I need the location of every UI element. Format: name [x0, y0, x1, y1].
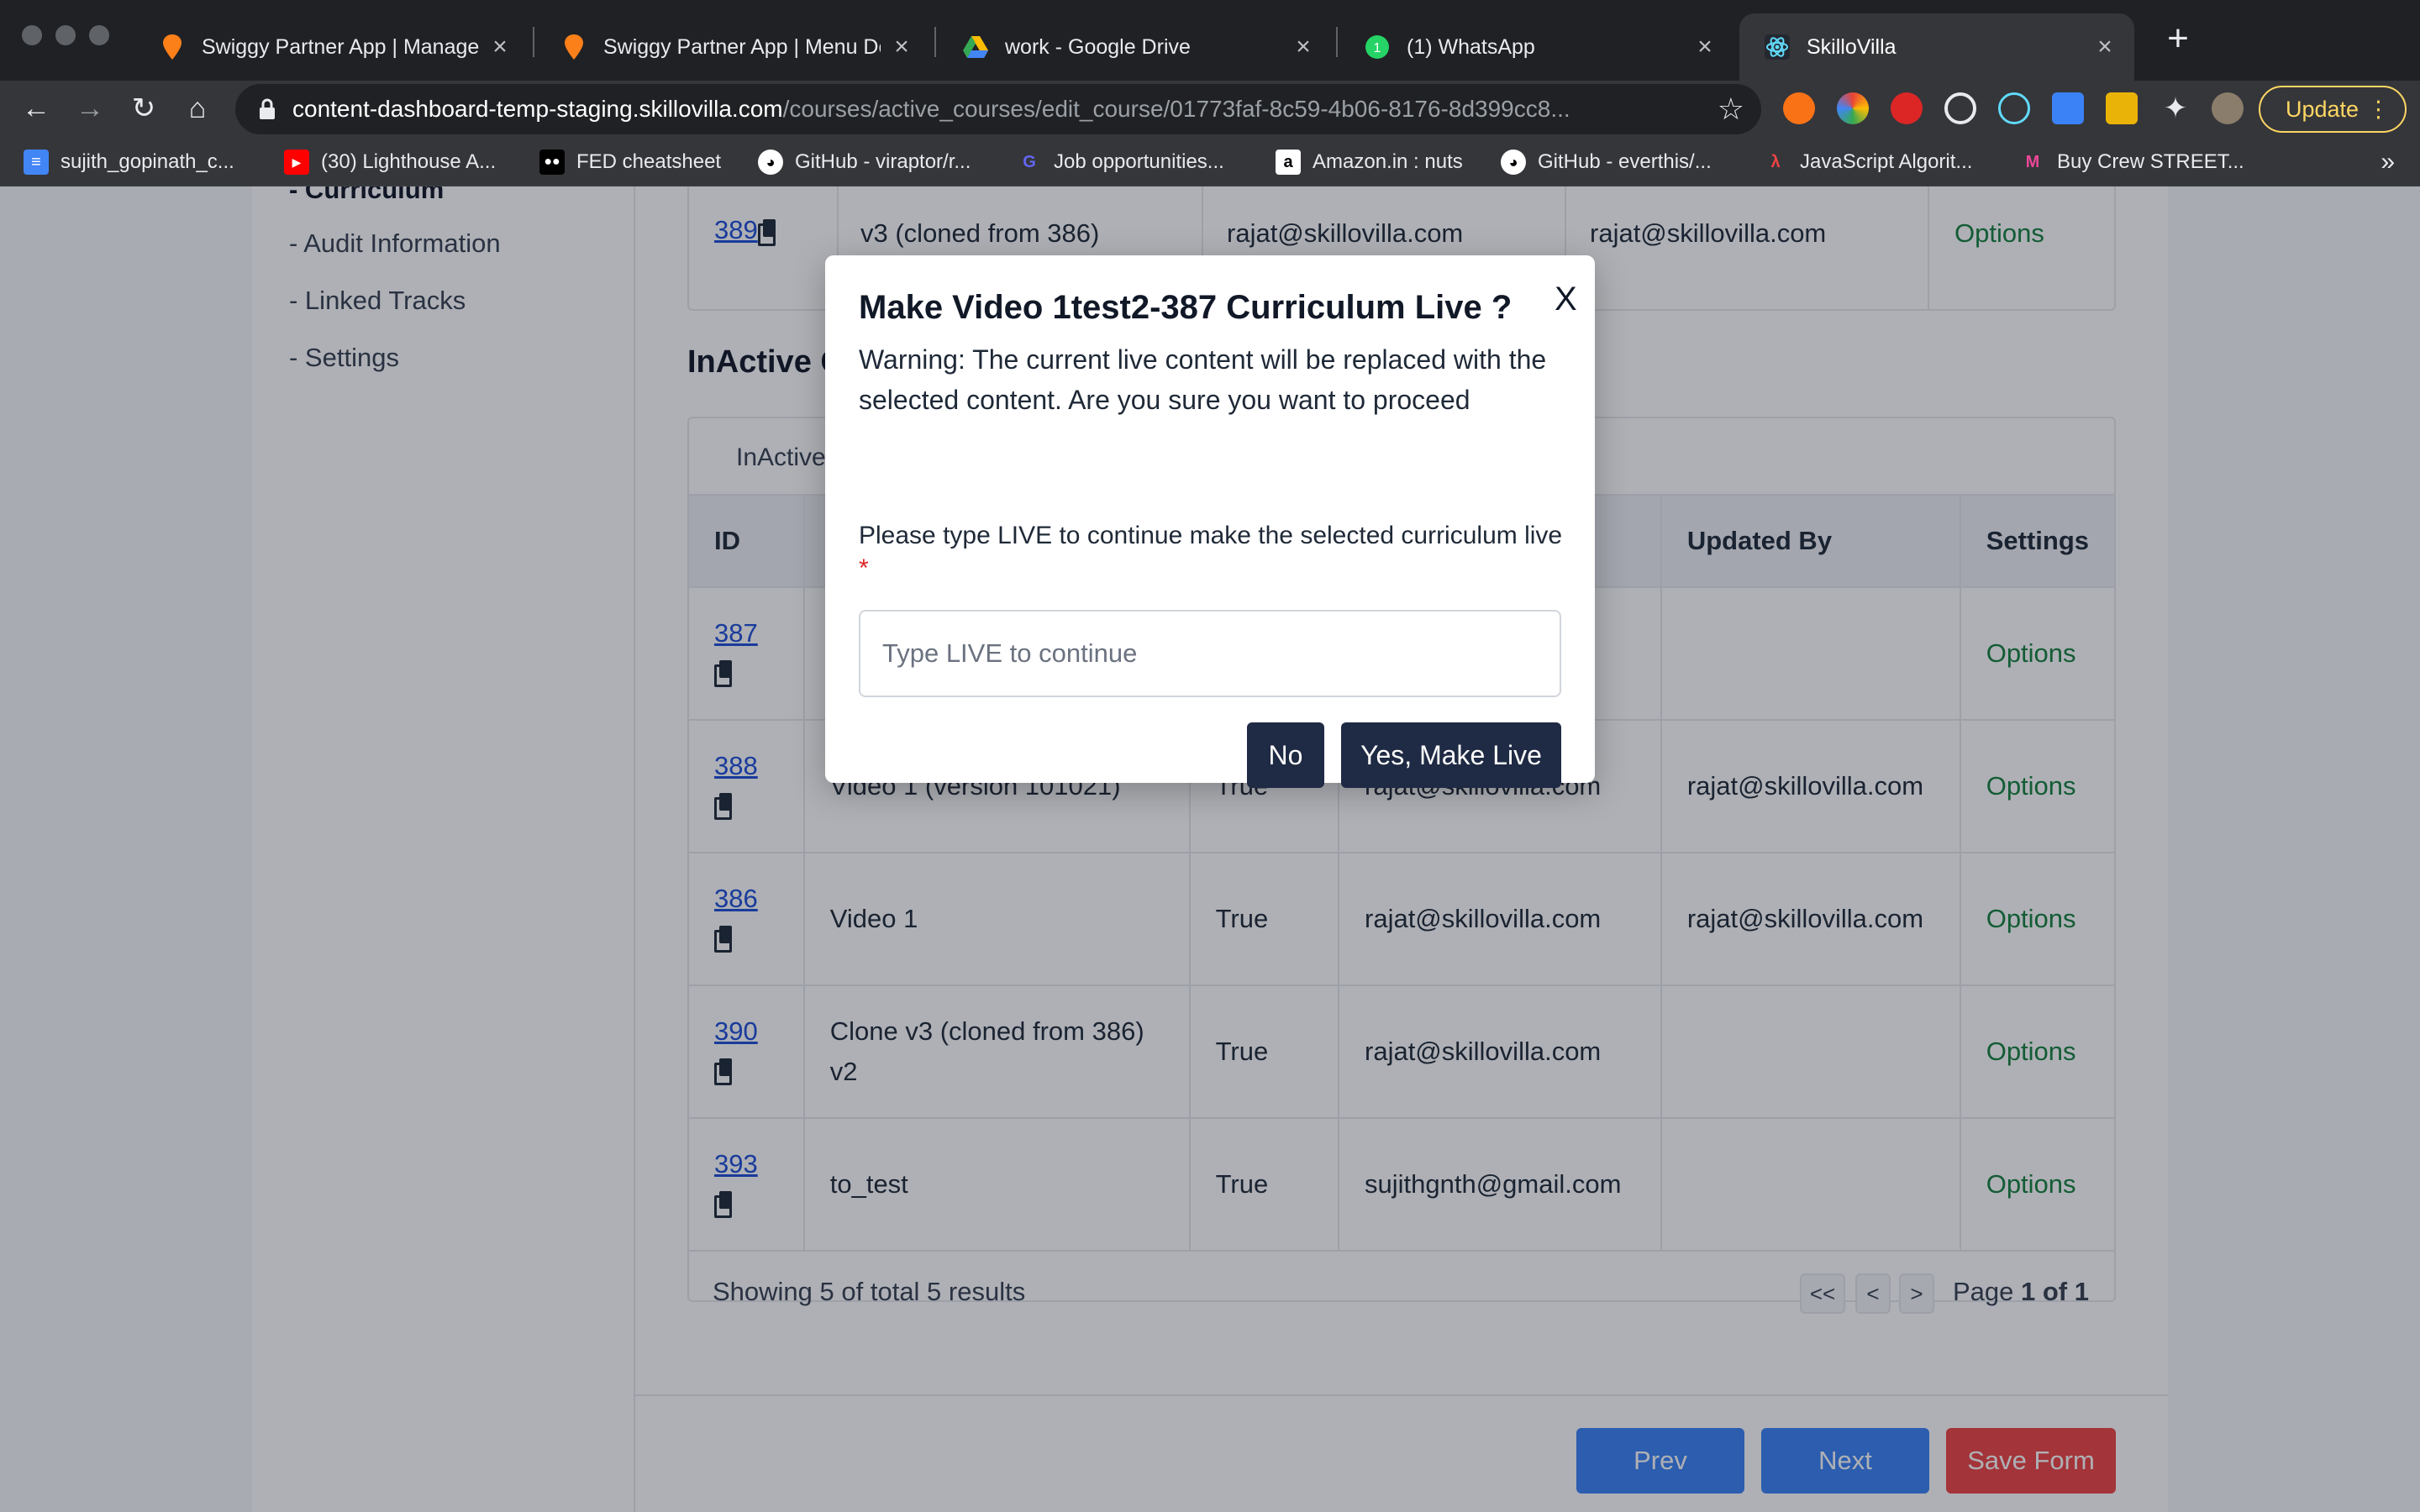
tab-title: Swiggy Partner App | Menu De [603, 34, 881, 59]
medium-icon: ●● [539, 150, 565, 175]
dialog-title: Make Video 1test2-387 Curriculum Live ? [859, 289, 1512, 326]
tab-title: work - Google Drive [1005, 34, 1191, 59]
bookmark-label: Job opportunities... [1054, 150, 1224, 173]
home-icon[interactable]: ⌂ [176, 87, 218, 129]
window-close-dot[interactable] [22, 25, 42, 45]
tab-separator [934, 27, 936, 57]
tab-skillovilla[interactable]: SkilloVilla × [1739, 13, 2134, 81]
profile-avatar[interactable] [2212, 92, 2244, 124]
bookmark-label: FED cheatsheet [576, 150, 722, 173]
js-icon: λ [1770, 152, 1781, 171]
bookmark-label: sujith_gopinath_c... [60, 150, 234, 173]
tab-title: SkilloVilla [1807, 34, 1897, 59]
youtube-icon: ▶ [284, 150, 309, 175]
tab-close-icon[interactable]: × [1692, 33, 1718, 61]
reload-icon[interactable]: ↻ [123, 87, 165, 129]
react-icon [1765, 34, 1790, 60]
bookmark-label: GitHub - everthis/... [1538, 150, 1712, 173]
required-asterisk: * [859, 554, 869, 582]
url-text: content-dashboard-temp-staging.skillovil… [292, 84, 1704, 134]
swiggy-icon [561, 34, 587, 60]
url-host: content-dashboard-temp-staging.skillovil… [292, 96, 783, 122]
tab-close-icon[interactable]: × [2092, 33, 2118, 61]
no-button[interactable]: No [1247, 722, 1324, 788]
tab-swiggy-manage[interactable]: Swiggy Partner App | Manage C × [134, 13, 529, 81]
kebab-menu-icon[interactable]: ⋮ [2367, 87, 2390, 131]
swiggy-icon [160, 34, 185, 60]
react-devtools-icon[interactable] [1998, 92, 2030, 124]
tab-separator [533, 27, 534, 57]
tab-close-icon[interactable]: × [1291, 33, 1316, 61]
address-bar[interactable]: content-dashboard-temp-staging.skillovil… [235, 84, 1761, 134]
job-icon: G [1023, 152, 1036, 171]
fi-extension-icon[interactable] [2052, 92, 2084, 124]
amazon-icon: a [1276, 150, 1301, 175]
confirm-label: Please type LIVE to continue make the se… [859, 522, 1563, 549]
bookmark-item[interactable]: ●● FED cheatsheet [539, 138, 721, 186]
dialog-warning: Warning: The current live content will b… [859, 344, 1547, 415]
back-arrow-icon[interactable]: ← [15, 87, 57, 129]
bookmark-item[interactable]: ◕ GitHub - everthis/... [1501, 138, 1712, 186]
page-content: - Curriculum - Audit Information - Linke… [0, 186, 2420, 1512]
google-drive-icon [963, 34, 988, 60]
bookmark-item[interactable]: M Buy Crew STREET... [2020, 138, 2244, 186]
bookmark-item[interactable]: G Job opportunities... [1017, 138, 1224, 186]
url-path: /courses/active_courses/edit_course/0177… [782, 96, 1570, 122]
bookmark-label: Buy Crew STREET... [2057, 150, 2244, 173]
tab-title: Swiggy Partner App | Manage C [202, 34, 479, 59]
window-minimize-dot[interactable] [55, 25, 76, 45]
window-zoom-dot[interactable] [89, 25, 109, 45]
make-live-dialog: Make Video 1test2-387 Curriculum Live ? … [825, 255, 1595, 788]
tab-close-icon[interactable]: × [889, 33, 914, 61]
update-label: Update [2286, 97, 2360, 122]
bookmark-label: Amazon.in : nuts [1313, 150, 1463, 173]
tab-google-drive[interactable]: work - Google Drive × [938, 13, 1333, 81]
bookmark-label: JavaScript Algorit... [1800, 150, 1973, 173]
github-icon: ◕ [758, 150, 783, 175]
tab-close-icon[interactable]: × [487, 33, 513, 61]
confirm-live-input[interactable] [859, 610, 1561, 697]
bookmark-label: GitHub - viraptor/r... [795, 150, 971, 173]
yes-make-live-button[interactable]: Yes, Make Live [1341, 722, 1561, 788]
bookmarks-bar: ≡ sujith_gopinath_c... ▶ (30) Lighthouse A… [0, 138, 2420, 186]
svg-text:1: 1 [1374, 41, 1381, 55]
bookmark-item[interactable]: λ JavaScript Algorit... [1763, 138, 1972, 186]
docs-icon: ≡ [24, 150, 49, 175]
lock-icon [260, 98, 275, 119]
bookmark-item[interactable]: ▶ (30) Lighthouse A... [284, 138, 496, 186]
tab-separator [1336, 27, 1338, 57]
whatsapp-icon: 1 [1365, 34, 1390, 60]
tab-strip: Swiggy Partner App | Manage C × Swiggy P… [0, 0, 2420, 81]
forward-arrow-icon[interactable]: → [69, 87, 111, 129]
browser-toolbar: ← → ↻ ⌂ content-dashboard-temp-staging.s… [0, 81, 2420, 138]
bookmark-star-icon[interactable]: ☆ [1718, 91, 1744, 128]
bookmark-item[interactable]: ≡ sujith_gopinath_c... [24, 138, 234, 186]
tab-title: (1) WhatsApp [1407, 34, 1535, 59]
puzzle-extensions-icon[interactable]: ✦ [2160, 92, 2191, 124]
update-button[interactable]: Update ⋮ [2259, 86, 2407, 133]
adblock-extension-icon[interactable] [1891, 92, 1923, 124]
github-icon: ◕ [1501, 150, 1526, 175]
tab-whatsapp[interactable]: 1 (1) WhatsApp × [1339, 13, 1734, 81]
extension-icon[interactable] [1783, 92, 1815, 124]
bookmark-item[interactable]: a Amazon.in : nuts [1276, 138, 1463, 186]
notes-extension-icon[interactable] [2106, 92, 2138, 124]
new-tab-plus-icon[interactable]: + [2160, 20, 2196, 57]
tab-swiggy-menu[interactable]: Swiggy Partner App | Menu De × [536, 13, 931, 81]
browser-chrome: Swiggy Partner App | Manage C × Swiggy P… [0, 0, 2420, 186]
close-button[interactable]: X [1555, 281, 1577, 318]
bookmark-label: (30) Lighthouse A... [321, 150, 497, 173]
target-extension-icon[interactable] [1944, 92, 1976, 124]
bookmarks-overflow-icon[interactable]: » [2381, 138, 2395, 186]
bookmark-item[interactable]: ◕ GitHub - viraptor/r... [758, 138, 971, 186]
color-picker-extension-icon[interactable] [1837, 92, 1869, 124]
myntra-icon: M [2025, 152, 2040, 171]
